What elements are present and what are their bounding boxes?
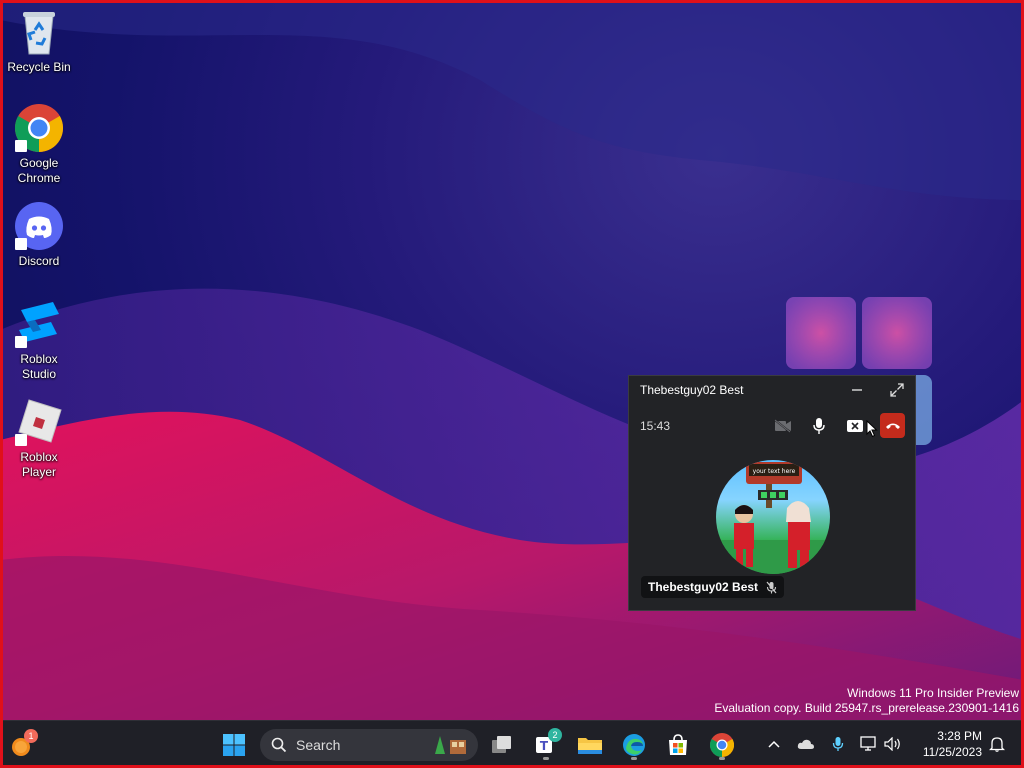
call-timer: 15:43 — [640, 419, 671, 433]
participant-name: Thebestguy02 Best — [648, 580, 759, 594]
taskbar-teams[interactable]: T 2 — [530, 728, 562, 761]
task-view-icon — [492, 736, 511, 753]
widgets-button[interactable]: 1 — [6, 729, 38, 761]
desktop-icon-label: Google Chrome — [17, 156, 61, 185]
desktop-icon-label: Roblox Studio — [20, 352, 58, 381]
expand-button[interactable] — [887, 380, 907, 400]
search-highlight-icon — [435, 736, 466, 754]
windows-start-icon — [223, 734, 245, 756]
desktop-icon-label: Recycle Bin — [7, 60, 71, 74]
running-indicator — [543, 757, 549, 760]
evaluation-watermark: Windows 11 Pro Insider Preview Evaluatio… — [714, 686, 1019, 716]
roblox-studio-icon — [15, 300, 63, 348]
shortcut-arrow-icon — [15, 434, 27, 446]
svg-text:T: T — [540, 739, 549, 753]
end-call-button[interactable] — [880, 413, 905, 438]
shortcut-arrow-icon — [15, 336, 27, 348]
desktop-icon-recycle-bin[interactable]: Recycle Bin — [2, 8, 76, 75]
desktop-icon-roblox-player[interactable]: Roblox Player — [2, 398, 76, 480]
expand-icon — [890, 383, 904, 397]
clock-date: 11/25/2023 — [922, 745, 982, 759]
roblox-player-icon — [15, 398, 63, 446]
volume-button[interactable] — [884, 735, 902, 753]
desktop: Recycle Bin Google Chrome Discord Roblox… — [0, 0, 1024, 768]
microphone-in-use-icon — [832, 737, 844, 751]
chrome-icon — [14, 104, 64, 152]
muted-microphone-icon — [766, 581, 777, 594]
screen-share-off-icon — [847, 420, 863, 432]
desktop-icon-chrome[interactable]: Google Chrome — [2, 104, 76, 186]
notifications-button[interactable] — [988, 735, 1006, 753]
call-window[interactable]: Thebestguy02 Best 15:43 your text here T… — [628, 375, 916, 611]
microphone-tray-button[interactable] — [829, 735, 847, 753]
participant-avatar: your text here — [716, 460, 830, 574]
mouse-cursor-icon — [866, 420, 878, 438]
network-button[interactable] — [860, 735, 878, 753]
taskbar-edge[interactable] — [618, 729, 650, 761]
onedrive-cloud-icon — [797, 739, 814, 749]
camera-off-icon — [774, 419, 791, 433]
edge-icon — [623, 734, 645, 756]
task-view-button[interactable] — [486, 729, 518, 761]
watermark-line-1: Windows 11 Pro Insider Preview — [847, 686, 1019, 700]
shortcut-arrow-icon — [15, 140, 27, 152]
recycle-bin-icon — [15, 8, 63, 56]
participant-name-tag: Thebestguy02 Best — [641, 576, 785, 598]
network-icon — [860, 736, 876, 751]
show-hidden-icons-button[interactable] — [765, 735, 783, 753]
minimize-icon — [852, 389, 862, 391]
microphone-button[interactable] — [807, 414, 831, 438]
desktop-icon-discord[interactable]: Discord — [2, 202, 76, 269]
hang-up-icon — [885, 423, 900, 429]
clock[interactable]: 3:28 PM 11/25/2023 — [923, 728, 982, 760]
discord-icon — [15, 202, 63, 250]
search-icon — [271, 737, 287, 753]
screen-share-button[interactable] — [843, 414, 867, 438]
running-indicator — [719, 757, 725, 760]
watermark-line-2: Evaluation copy. Build 25947.rs_prerelea… — [714, 701, 1019, 715]
microphone-icon — [813, 418, 825, 434]
minimize-button[interactable] — [847, 380, 867, 400]
chrome-icon — [710, 733, 734, 757]
running-indicator — [631, 757, 637, 760]
taskbar-microsoft-store[interactable] — [662, 729, 694, 761]
desktop-icon-roblox-studio[interactable]: Roblox Studio — [2, 300, 76, 382]
clock-time: 3:28 PM — [937, 729, 982, 743]
store-icon — [669, 734, 687, 755]
avatar-sign-text: your text here — [753, 468, 796, 475]
shortcut-arrow-icon — [15, 238, 27, 250]
start-button[interactable] — [218, 729, 250, 761]
search-label: Search — [296, 737, 341, 753]
desktop-icon-label: Discord — [18, 254, 60, 268]
taskbar-search[interactable]: Search — [260, 729, 478, 761]
bell-icon — [989, 737, 1005, 752]
folder-icon — [578, 738, 602, 754]
teams-badge: 2 — [548, 728, 562, 742]
desktop-icon-label: Roblox Player — [20, 450, 58, 479]
volume-icon — [884, 737, 900, 751]
taskbar-file-explorer[interactable] — [574, 729, 606, 761]
widgets-badge: 1 — [24, 729, 38, 743]
toggle-camera-button[interactable] — [771, 414, 795, 438]
chevron-up-icon — [768, 740, 780, 748]
taskbar: 1 Search T 2 3:28 PM 11/25/2023 — [0, 720, 1024, 768]
call-window-title: Thebestguy02 Best — [640, 383, 744, 397]
taskbar-chrome[interactable] — [706, 729, 738, 761]
onedrive-button[interactable] — [797, 735, 815, 753]
